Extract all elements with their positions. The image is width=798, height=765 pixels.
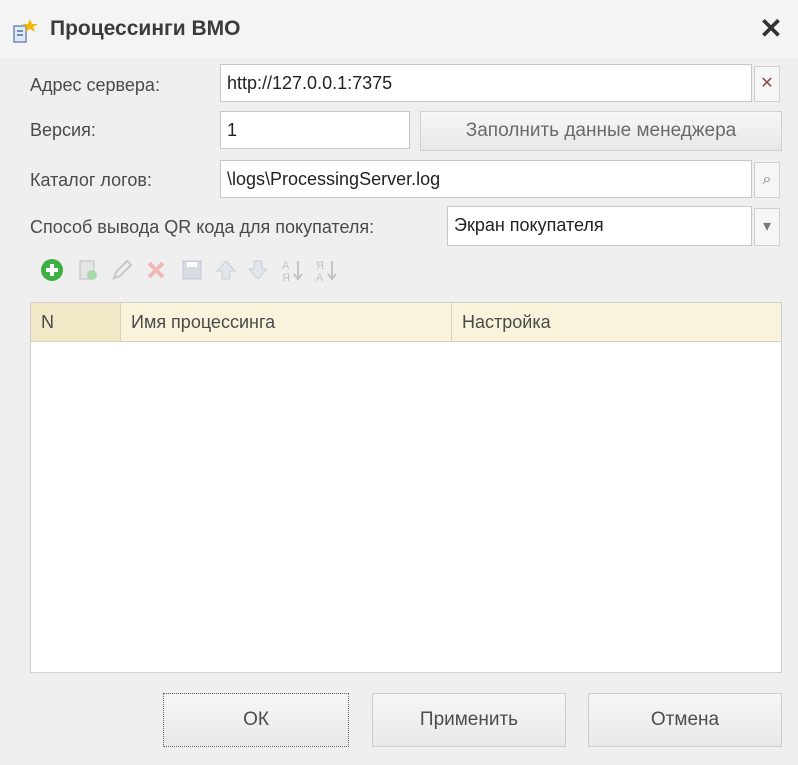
table-header: N Имя процессинга Настройка bbox=[31, 303, 781, 342]
version-label: Версия: bbox=[30, 120, 96, 140]
save-icon[interactable] bbox=[178, 256, 206, 284]
move-up-icon[interactable] bbox=[212, 256, 240, 284]
version-input[interactable]: 1 bbox=[220, 111, 410, 149]
sort-desc-icon[interactable]: Я А bbox=[312, 256, 340, 284]
server-label: Адрес сервера: bbox=[30, 75, 160, 95]
logs-label: Каталог логов: bbox=[30, 170, 152, 190]
cancel-button[interactable]: Отмена bbox=[588, 693, 782, 747]
search-icon[interactable]: ⌕ bbox=[754, 162, 780, 198]
window-title: Процессинги ВМО bbox=[50, 17, 241, 40]
copy-icon[interactable] bbox=[74, 256, 102, 284]
add-icon[interactable] bbox=[38, 256, 66, 284]
logs-input[interactable]: \logs\ProcessingServer.log bbox=[220, 160, 752, 198]
chevron-down-icon[interactable]: ▾ bbox=[754, 208, 780, 246]
server-input[interactable]: http://127.0.0.1:7375 bbox=[220, 64, 752, 102]
delete-icon[interactable] bbox=[142, 256, 170, 284]
fill-manager-button[interactable]: Заполнить данные менеджера bbox=[420, 111, 782, 151]
column-header-processing-name[interactable]: Имя процессинга bbox=[121, 303, 452, 341]
processing-table[interactable]: N Имя процессинга Настройка bbox=[30, 302, 782, 673]
qr-label: Способ вывода QR кода для покупателя: bbox=[30, 217, 375, 237]
svg-text:Я: Я bbox=[282, 272, 290, 284]
ok-button[interactable]: ОК bbox=[163, 693, 349, 747]
column-header-n[interactable]: N bbox=[31, 303, 121, 341]
close-icon[interactable]: ✕ bbox=[754, 12, 788, 46]
sort-asc-icon[interactable]: А Я bbox=[278, 256, 306, 284]
svg-text:А: А bbox=[282, 260, 290, 272]
svg-text:Я: Я bbox=[316, 260, 324, 272]
processing-dialog: Процессинги ВМО ✕ Адрес сервера: http://… bbox=[0, 0, 798, 765]
qr-select[interactable]: Экран покупателя bbox=[447, 206, 752, 246]
edit-icon[interactable] bbox=[108, 256, 136, 284]
svg-text:А: А bbox=[316, 272, 324, 284]
clear-server-icon[interactable]: ✕ bbox=[754, 66, 780, 102]
column-header-settings[interactable]: Настройка bbox=[452, 303, 781, 341]
title-bar: Процессинги ВМО ✕ bbox=[0, 0, 798, 58]
move-down-icon[interactable] bbox=[244, 256, 272, 284]
app-icon bbox=[13, 19, 38, 43]
apply-button[interactable]: Применить bbox=[372, 693, 566, 747]
